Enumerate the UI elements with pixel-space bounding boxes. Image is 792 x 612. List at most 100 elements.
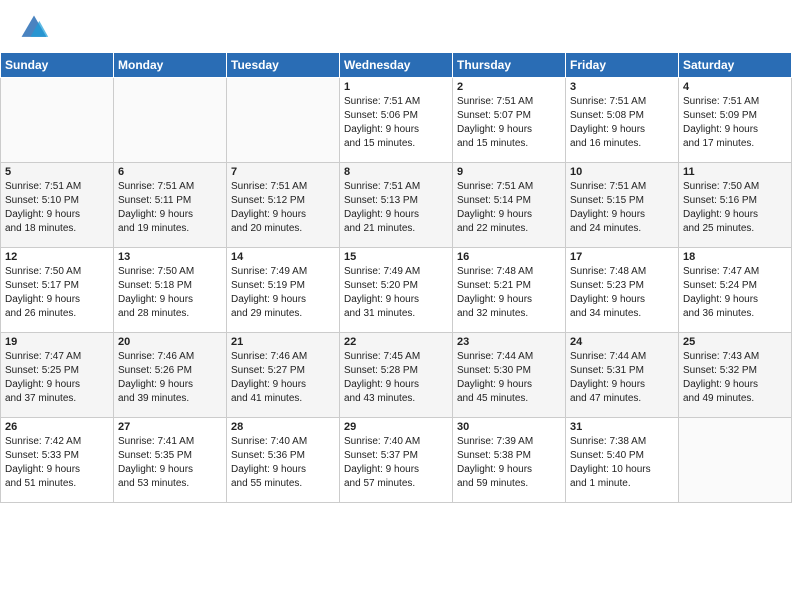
day-info: Sunrise: 7:40 AM Sunset: 5:36 PM Dayligh…	[231, 435, 335, 491]
day-info: Sunrise: 7:38 AM Sunset: 5:40 PM Dayligh…	[570, 435, 674, 491]
day-info: Sunrise: 7:51 AM Sunset: 5:08 PM Dayligh…	[570, 95, 674, 151]
weekday-header: Sunday	[1, 53, 114, 78]
day-info: Sunrise: 7:41 AM Sunset: 5:35 PM Dayligh…	[118, 435, 222, 491]
calendar-cell: 30 Sunrise: 7:39 AM Sunset: 5:38 PM Dayli…	[453, 418, 566, 503]
day-info: Sunrise: 7:50 AM Sunset: 5:16 PM Dayligh…	[683, 180, 787, 236]
weekday-header: Saturday	[679, 53, 792, 78]
calendar-week-row: 5 Sunrise: 7:51 AM Sunset: 5:10 PM Daylig…	[1, 163, 792, 248]
calendar-cell	[679, 418, 792, 503]
logo	[18, 12, 54, 44]
calendar-cell: 14 Sunrise: 7:49 AM Sunset: 5:19 PM Dayli…	[227, 248, 340, 333]
day-number: 8	[344, 166, 448, 178]
day-number: 21	[231, 336, 335, 348]
day-info: Sunrise: 7:51 AM Sunset: 5:09 PM Dayligh…	[683, 95, 787, 151]
calendar-cell: 4 Sunrise: 7:51 AM Sunset: 5:09 PM Daylig…	[679, 78, 792, 163]
day-info: Sunrise: 7:46 AM Sunset: 5:27 PM Dayligh…	[231, 350, 335, 406]
weekday-header: Wednesday	[340, 53, 453, 78]
calendar-cell: 22 Sunrise: 7:45 AM Sunset: 5:28 PM Dayli…	[340, 333, 453, 418]
weekday-header: Tuesday	[227, 53, 340, 78]
day-number: 14	[231, 251, 335, 263]
day-info: Sunrise: 7:48 AM Sunset: 5:23 PM Dayligh…	[570, 265, 674, 321]
calendar-cell: 23Sunrise: 7:44 AM Sunset: 5:30 PM Dayli…	[453, 333, 566, 418]
weekday-header-row: SundayMondayTuesdayWednesdayThursdayFrid…	[1, 53, 792, 78]
calendar-week-row: 12 Sunrise: 7:50 AM Sunset: 5:17 PM Dayli…	[1, 248, 792, 333]
day-info: Sunrise: 7:39 AM Sunset: 5:38 PM Dayligh…	[457, 435, 561, 491]
day-number: 19	[5, 336, 109, 348]
calendar-cell: 18 Sunrise: 7:47 AM Sunset: 5:24 PM Dayli…	[679, 248, 792, 333]
day-number: 23	[457, 336, 561, 348]
calendar-cell: 24Sunrise: 7:44 AM Sunset: 5:31 PM Dayli…	[566, 333, 679, 418]
calendar-table: SundayMondayTuesdayWednesdayThursdayFrid…	[0, 52, 792, 503]
day-info: Sunrise: 7:51 AM Sunset: 5:13 PM Dayligh…	[344, 180, 448, 236]
day-number: 29	[344, 421, 448, 433]
day-info: Sunrise: 7:43 AM Sunset: 5:32 PM Dayligh…	[683, 350, 787, 406]
calendar-week-row: 1 Sunrise: 7:51 AM Sunset: 5:06 PM Daylig…	[1, 78, 792, 163]
weekday-header: Thursday	[453, 53, 566, 78]
day-number: 4	[683, 81, 787, 93]
calendar-cell: 7Sunrise: 7:51 AM Sunset: 5:12 PM Daylig…	[227, 163, 340, 248]
calendar-week-row: 26 Sunrise: 7:42 AM Sunset: 5:33 PM Dayli…	[1, 418, 792, 503]
day-number: 12	[5, 251, 109, 263]
calendar-cell: 27 Sunrise: 7:41 AM Sunset: 5:35 PM Dayli…	[114, 418, 227, 503]
day-info: Sunrise: 7:42 AM Sunset: 5:33 PM Dayligh…	[5, 435, 109, 491]
calendar-cell	[227, 78, 340, 163]
calendar-cell	[114, 78, 227, 163]
day-number: 18	[683, 251, 787, 263]
day-number: 5	[5, 166, 109, 178]
day-info: Sunrise: 7:49 AM Sunset: 5:20 PM Dayligh…	[344, 265, 448, 321]
day-number: 16	[457, 251, 561, 263]
day-number: 3	[570, 81, 674, 93]
day-info: Sunrise: 7:51 AM Sunset: 5:06 PM Dayligh…	[344, 95, 448, 151]
day-info: Sunrise: 7:51 AM Sunset: 5:15 PM Dayligh…	[570, 180, 674, 236]
calendar-cell: 8 Sunrise: 7:51 AM Sunset: 5:13 PM Daylig…	[340, 163, 453, 248]
calendar-cell: 13 Sunrise: 7:50 AM Sunset: 5:18 PM Dayli…	[114, 248, 227, 333]
day-info: Sunrise: 7:51 AM Sunset: 5:10 PM Dayligh…	[5, 180, 109, 236]
day-number: 6	[118, 166, 222, 178]
day-info: Sunrise: 7:51 AM Sunset: 5:11 PM Dayligh…	[118, 180, 222, 236]
calendar-cell: 15 Sunrise: 7:49 AM Sunset: 5:20 PM Dayli…	[340, 248, 453, 333]
day-info: Sunrise: 7:50 AM Sunset: 5:18 PM Dayligh…	[118, 265, 222, 321]
calendar-cell: 25 Sunrise: 7:43 AM Sunset: 5:32 PM Dayli…	[679, 333, 792, 418]
calendar-cell: 31 Sunrise: 7:38 AM Sunset: 5:40 PM Dayli…	[566, 418, 679, 503]
day-number: 30	[457, 421, 561, 433]
calendar-cell: 6 Sunrise: 7:51 AM Sunset: 5:11 PM Daylig…	[114, 163, 227, 248]
header	[0, 0, 792, 52]
calendar-cell: 16 Sunrise: 7:48 AM Sunset: 5:21 PM Dayli…	[453, 248, 566, 333]
day-number: 31	[570, 421, 674, 433]
day-number: 28	[231, 421, 335, 433]
calendar-cell: 20Sunrise: 7:46 AM Sunset: 5:26 PM Dayli…	[114, 333, 227, 418]
day-info: Sunrise: 7:47 AM Sunset: 5:24 PM Dayligh…	[683, 265, 787, 321]
day-number: 27	[118, 421, 222, 433]
calendar-cell: 19 Sunrise: 7:47 AM Sunset: 5:25 PM Dayli…	[1, 333, 114, 418]
calendar-cell: 1 Sunrise: 7:51 AM Sunset: 5:06 PM Daylig…	[340, 78, 453, 163]
calendar-cell: 5 Sunrise: 7:51 AM Sunset: 5:10 PM Daylig…	[1, 163, 114, 248]
day-info: Sunrise: 7:40 AM Sunset: 5:37 PM Dayligh…	[344, 435, 448, 491]
day-info: Sunrise: 7:48 AM Sunset: 5:21 PM Dayligh…	[457, 265, 561, 321]
calendar-cell: 10 Sunrise: 7:51 AM Sunset: 5:15 PM Dayli…	[566, 163, 679, 248]
calendar-cell: 26 Sunrise: 7:42 AM Sunset: 5:33 PM Dayli…	[1, 418, 114, 503]
weekday-header: Friday	[566, 53, 679, 78]
calendar-cell: 11 Sunrise: 7:50 AM Sunset: 5:16 PM Dayli…	[679, 163, 792, 248]
day-number: 1	[344, 81, 448, 93]
calendar-week-row: 19 Sunrise: 7:47 AM Sunset: 5:25 PM Dayli…	[1, 333, 792, 418]
calendar-cell: 9Sunrise: 7:51 AM Sunset: 5:14 PM Daylig…	[453, 163, 566, 248]
day-number: 26	[5, 421, 109, 433]
day-number: 22	[344, 336, 448, 348]
calendar-cell: 21 Sunrise: 7:46 AM Sunset: 5:27 PM Dayli…	[227, 333, 340, 418]
day-info: Sunrise: 7:50 AM Sunset: 5:17 PM Dayligh…	[5, 265, 109, 321]
calendar-cell: 3 Sunrise: 7:51 AM Sunset: 5:08 PM Daylig…	[566, 78, 679, 163]
day-number: 15	[344, 251, 448, 263]
day-number: 17	[570, 251, 674, 263]
calendar-cell	[1, 78, 114, 163]
day-number: 10	[570, 166, 674, 178]
day-info: Sunrise: 7:47 AM Sunset: 5:25 PM Dayligh…	[5, 350, 109, 406]
day-number: 13	[118, 251, 222, 263]
page: SundayMondayTuesdayWednesdayThursdayFrid…	[0, 0, 792, 612]
calendar-cell: 17 Sunrise: 7:48 AM Sunset: 5:23 PM Dayli…	[566, 248, 679, 333]
day-info: Sunrise: 7:51 AM Sunset: 5:14 PM Dayligh…	[457, 180, 561, 236]
day-info: Sunrise: 7:45 AM Sunset: 5:28 PM Dayligh…	[344, 350, 448, 406]
day-info: Sunrise: 7:49 AM Sunset: 5:19 PM Dayligh…	[231, 265, 335, 321]
day-number: 25	[683, 336, 787, 348]
day-number: 11	[683, 166, 787, 178]
day-info: Sunrise: 7:51 AM Sunset: 5:07 PM Dayligh…	[457, 95, 561, 151]
